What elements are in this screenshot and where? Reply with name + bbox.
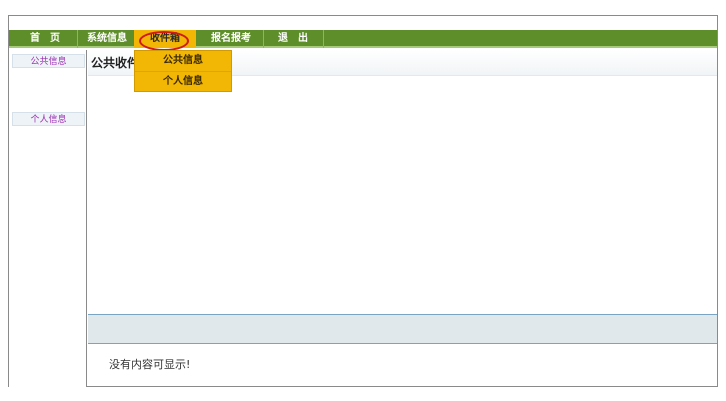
top-nav: 首 页 系统信息 收件箱 报名报考 退 出 — [9, 30, 717, 51]
nav-system-info[interactable]: 系统信息 — [81, 30, 133, 48]
nav-divider — [263, 30, 264, 48]
content-area — [88, 76, 717, 314]
nav-registration[interactable]: 报名报考 — [201, 30, 261, 48]
app-frame: 首 页 系统信息 收件箱 报名报考 退 出 公共信息 个人信息 公共收件箱 没有… — [8, 15, 718, 387]
sidebar: 公共信息 个人信息 — [9, 50, 87, 387]
nav-divider — [323, 30, 324, 48]
empty-message: 没有内容可显示! — [109, 358, 191, 371]
highlight-ring — [139, 31, 189, 51]
nav-home-label: 首 页 — [30, 33, 60, 44]
nav-system-info-label: 系统信息 — [87, 33, 127, 44]
dropdown-item-public-info[interactable]: 公共信息 — [135, 51, 231, 71]
content-toolbar — [88, 314, 717, 344]
dropdown-item-personal-info[interactable]: 个人信息 — [135, 71, 231, 91]
nav-divider — [77, 30, 78, 48]
nav-logout-label: 退 出 — [278, 33, 308, 44]
nav-home[interactable]: 首 页 — [17, 30, 73, 48]
nav-inbox[interactable]: 收件箱 — [134, 30, 196, 51]
sidebar-item-personal-info[interactable]: 个人信息 — [12, 112, 85, 126]
inbox-dropdown-menu: 公共信息 个人信息 — [134, 50, 232, 92]
nav-logout[interactable]: 退 出 — [266, 30, 320, 48]
sidebar-item-public-info[interactable]: 公共信息 — [12, 54, 85, 68]
nav-registration-label: 报名报考 — [211, 33, 251, 44]
